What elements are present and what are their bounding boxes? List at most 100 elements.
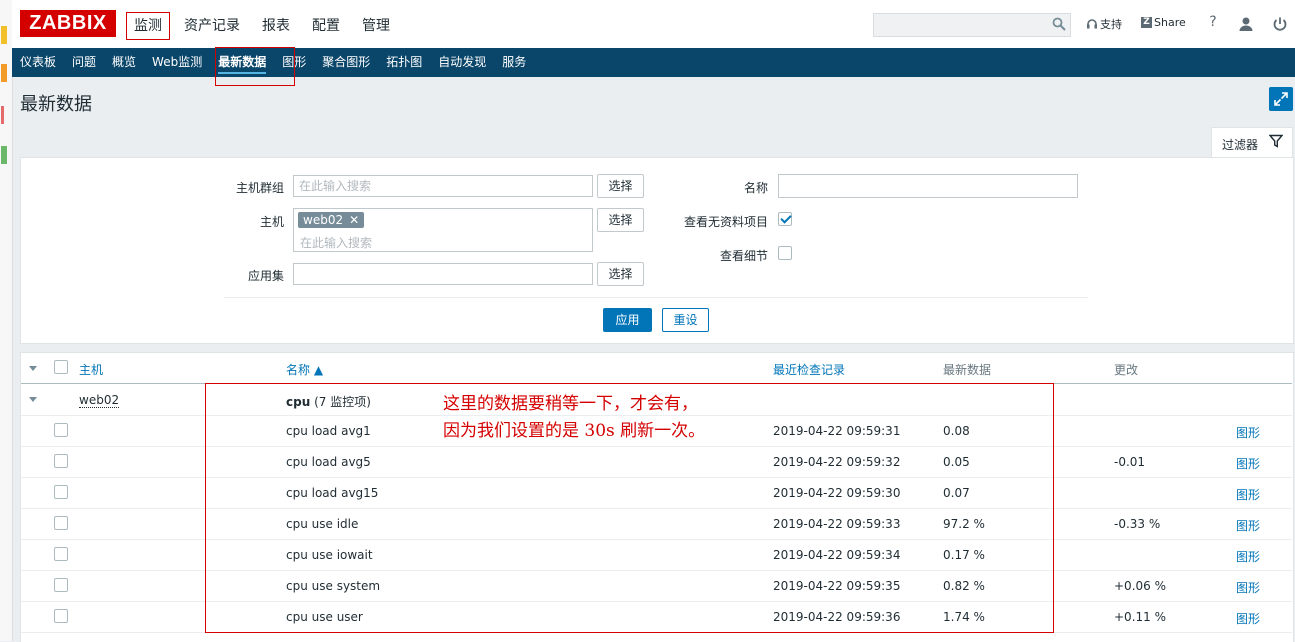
filter-tab-label: 过滤器 [1222,138,1259,152]
item-last-check: 2019-04-22 09:59:34 [773,548,901,562]
left-edge-strip [0,0,13,641]
search-icon[interactable] [1052,17,1066,31]
row-separator [21,446,1292,447]
annotation-note: 这里的数据要稍等一下，才会有， 因为我们设置的是 30s 刷新一次。 [443,391,705,445]
graph-link[interactable]: 图形 [1236,610,1260,627]
share-link[interactable]: Z Share [1141,16,1186,29]
top-menu-reports[interactable]: 报表 [254,12,298,40]
application-input[interactable] [294,264,592,284]
host-name[interactable]: web02 [79,393,120,408]
show-no-data-label: 查看无资料项目 [683,215,768,229]
host-input-placeholder[interactable]: 在此输入搜索 [300,234,372,251]
item-last-check: 2019-04-22 09:59:35 [773,579,901,593]
row-checkbox[interactable] [54,609,68,623]
nav-maps[interactable]: 拓扑图 [378,48,430,77]
top-menu-inventory[interactable]: 资产记录 [176,12,248,40]
item-name: cpu load avg15 [286,486,379,500]
item-last-check: 2019-04-22 09:59:36 [773,610,901,624]
nav-services[interactable]: 服务 [494,48,534,77]
graph-link[interactable]: 图形 [1236,548,1260,565]
item-last-check: 2019-04-22 09:59:31 [773,424,901,438]
select-all-checkbox[interactable] [54,360,68,374]
apply-button[interactable]: 应用 [603,308,652,332]
page-title: 最新数据 [20,94,92,115]
show-details-label: 查看细节 [719,249,768,263]
nav-graphs[interactable]: 图形 [274,48,314,77]
row-separator [21,601,1292,602]
zabbix-logo[interactable]: ZABBIX [20,10,116,37]
fullscreen-icon[interactable] [1269,87,1293,111]
item-change: +0.06 % [1114,579,1166,593]
row-checkbox[interactable] [54,547,68,561]
support-link[interactable]: 支持 [1086,16,1122,32]
item-change: -0.01 [1114,455,1146,469]
item-last-check: 2019-04-22 09:59:33 [773,517,901,531]
row-checkbox[interactable] [54,423,68,437]
row-checkbox[interactable] [54,516,68,530]
item-last-value: 0.05 [943,455,970,469]
item-last-value: 0.17 % [943,548,985,562]
row-separator [21,632,1292,633]
top-menu-monitoring[interactable]: 监测 [126,12,170,40]
graph-link[interactable]: 图形 [1236,517,1260,534]
nav-discovery[interactable]: 自动发现 [430,48,494,77]
top-menu-configuration[interactable]: 配置 [304,12,348,40]
top-menu-administration[interactable]: 管理 [354,12,398,40]
top-menu: 监测 资产记录 报表 配置 管理 [126,12,404,40]
item-name: cpu load avg1 [286,424,371,438]
graph-link[interactable]: 图形 [1236,579,1260,596]
show-no-data-checkbox[interactable] [778,212,792,226]
remove-tag-icon[interactable]: ✕ [349,213,359,227]
application-select-button[interactable]: 选择 [597,262,644,286]
help-icon[interactable]: ? [1205,14,1221,32]
annotation-line-1: 这里的数据要稍等一下，才会有， [443,394,698,414]
application-label: 应用集 [247,269,284,283]
collapse-host-icon[interactable] [29,397,37,402]
header-host[interactable]: 主机 [79,361,103,378]
header-separator [21,383,1292,384]
graph-link[interactable]: 图形 [1236,486,1260,503]
host-tag-label: web02 [303,213,344,227]
application-field [293,263,593,285]
item-change: +0.11 % [1114,610,1166,624]
graph-link[interactable]: 图形 [1236,424,1260,441]
nav-web-monitoring[interactable]: Web监测 [144,48,210,77]
headset-icon [1087,19,1097,29]
global-search-input[interactable] [874,14,1052,34]
row-checkbox[interactable] [54,578,68,592]
side-icon-yellow [1,26,7,44]
graph-link[interactable]: 图形 [1236,455,1260,472]
power-icon[interactable] [1272,15,1288,33]
header-last-value: 最新数据 [943,363,992,377]
host-group-input[interactable] [294,176,592,196]
user-icon[interactable] [1238,15,1254,33]
name-input[interactable] [779,175,1077,195]
support-label: 支持 [1100,18,1122,31]
host-label: 主机 [259,215,284,229]
item-name: cpu use user [286,610,363,624]
application-name: cpu [286,395,311,409]
name-field [778,174,1078,198]
nav-dashboard[interactable]: 仪表板 [12,48,64,77]
header-last-check[interactable]: 最近检查记录 [773,361,845,378]
host-group-field [293,175,593,197]
host-group-select-button[interactable]: 选择 [597,174,644,198]
reset-button[interactable]: 重设 [662,308,709,332]
filter-tab[interactable]: 过滤器 [1211,127,1293,158]
nav-problems[interactable]: 问题 [64,48,104,77]
collapse-all-icon[interactable] [29,366,37,371]
host-select-button[interactable]: 选择 [597,208,644,232]
row-checkbox[interactable] [54,454,68,468]
header-name[interactable]: 名称 ▲ [286,361,323,378]
item-last-value: 0.82 % [943,579,985,593]
row-checkbox[interactable] [54,485,68,499]
nav-latest-data[interactable]: 最新数据 [210,48,274,77]
item-last-value: 97.2 % [943,517,985,531]
nav-overview[interactable]: 概览 [104,48,144,77]
show-details-checkbox[interactable] [778,246,792,260]
name-label: 名称 [743,181,768,195]
side-icon-green [1,146,7,164]
funnel-icon [1269,134,1283,148]
side-icon-red [1,106,4,124]
nav-screens[interactable]: 聚合图形 [314,48,378,77]
